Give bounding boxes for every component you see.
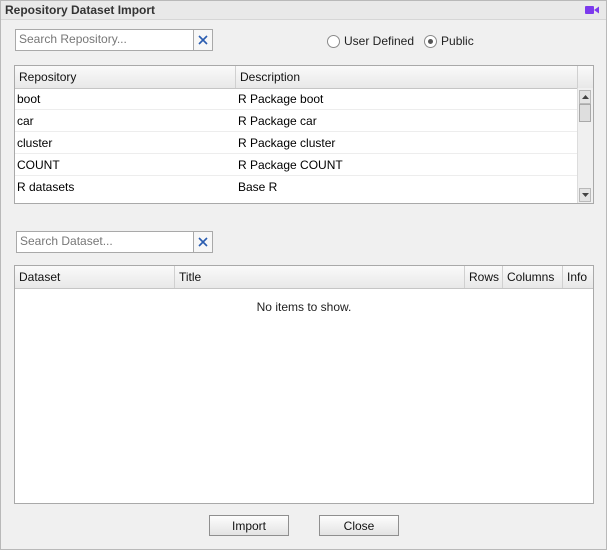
description-cell: R Package cluster — [238, 136, 336, 150]
description-cell: R Package boot — [238, 92, 324, 106]
scroll-thumb[interactable] — [579, 104, 591, 122]
import-button[interactable]: Import — [209, 515, 289, 536]
dataset-search-box — [16, 231, 213, 253]
column-header-columns[interactable]: Columns — [503, 266, 563, 288]
table-row[interactable]: COUNT R Package COUNT — [15, 154, 578, 176]
window-title: Repository Dataset Import — [5, 3, 156, 17]
scroll-down-button[interactable] — [579, 188, 591, 202]
repository-search-box — [15, 29, 213, 51]
dataset-table-header: Dataset Title Rows Columns Info — [15, 266, 593, 289]
repository-cell: car — [17, 114, 34, 128]
scroll-up-button[interactable] — [579, 90, 591, 104]
repository-cell: cluster — [17, 136, 53, 150]
public-label: Public — [441, 34, 474, 48]
clear-repository-search-button[interactable] — [193, 30, 212, 50]
description-cell: R Package car — [238, 114, 317, 128]
repository-cell: boot — [17, 92, 41, 106]
table-row[interactable]: boot R Package boot — [15, 88, 578, 110]
clear-x-icon — [198, 237, 208, 247]
table-row[interactable]: cluster R Package cluster — [15, 132, 578, 154]
repository-table: Repository Description boot R Package bo… — [14, 65, 594, 204]
column-header-title[interactable]: Title — [175, 266, 465, 288]
public-radio-dot[interactable] — [424, 34, 438, 48]
repository-source-options: User Defined Public — [327, 34, 484, 48]
description-cell: Base R — [238, 180, 278, 194]
column-header-repository[interactable]: Repository — [15, 66, 236, 88]
user-defined-radio[interactable]: User Defined — [327, 34, 414, 48]
repository-table-header: Repository Description — [15, 66, 593, 89]
column-header-dataset[interactable]: Dataset — [15, 266, 175, 288]
arrow-down-icon — [581, 193, 589, 197]
empty-table-message: No items to show. — [256, 300, 352, 314]
table-row[interactable]: R datasets Base R — [15, 176, 578, 198]
dataset-search-input[interactable] — [20, 233, 190, 249]
repository-dataset-import-dialog: Repository Dataset Import User Defined P… — [0, 0, 607, 550]
table-row[interactable]: car R Package car — [15, 110, 578, 132]
repository-cell: R datasets — [17, 180, 75, 194]
user-defined-radio-dot[interactable] — [327, 34, 340, 48]
close-button[interactable]: Close — [319, 515, 399, 536]
repository-search-input[interactable] — [19, 31, 189, 47]
repository-cell: COUNT — [17, 158, 60, 172]
clear-x-icon — [198, 35, 208, 45]
description-cell: R Package COUNT — [238, 158, 343, 172]
public-radio[interactable]: Public — [424, 34, 474, 48]
column-header-info[interactable]: Info — [563, 266, 593, 288]
column-header-rows[interactable]: Rows — [465, 266, 503, 288]
repository-table-scrollbar[interactable] — [577, 88, 593, 203]
camera-icon[interactable] — [585, 5, 599, 15]
user-defined-label: User Defined — [344, 34, 415, 48]
column-header-description[interactable]: Description — [236, 66, 578, 88]
clear-dataset-search-button[interactable] — [193, 232, 212, 252]
title-bar[interactable]: Repository Dataset Import — [1, 1, 606, 20]
arrow-up-icon — [581, 95, 589, 99]
dataset-table: Dataset Title Rows Columns Info No items… — [14, 265, 594, 504]
